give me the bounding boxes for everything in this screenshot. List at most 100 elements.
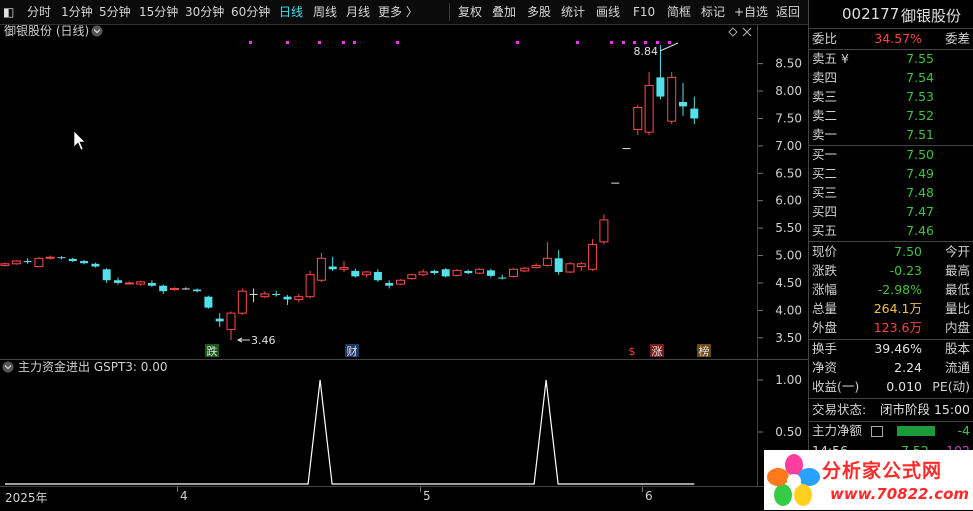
candle <box>396 279 405 286</box>
ask-row-5-value: 7.55 <box>906 51 934 66</box>
draw-line-button[interactable]: 画线 <box>596 4 620 20</box>
quote-row-4-label2: 内盘 <box>944 320 970 335</box>
candle <box>114 277 122 285</box>
chart-close-icon[interactable] <box>742 27 752 37</box>
candle <box>316 252 326 282</box>
capital-flow-chart[interactable]: 主力资金进出 GSPT3: 0.00 0.50 1.00 <box>0 360 808 487</box>
chart-title-dropdown-icon[interactable] <box>91 25 103 37</box>
candle <box>204 295 213 309</box>
price-tick-label: 6.50 <box>775 166 802 180</box>
ask-row-2-label: 卖二 <box>812 108 838 123</box>
list-icon[interactable] <box>871 426 883 437</box>
trade-status-value: 闭市阶段 15:00 <box>880 402 970 417</box>
price-tick-label: 3.50 <box>775 331 802 345</box>
quote-row-3-value: 264.1万 <box>873 301 922 316</box>
period-tab-timeshare[interactable]: 分时 <box>27 4 51 20</box>
badge-money[interactable]: $ <box>629 345 636 358</box>
watermark-title: 分析家公式网 <box>822 460 943 482</box>
candle <box>249 288 258 303</box>
stats-row-0-label2: 股本 <box>944 341 970 356</box>
period-more-dropdown[interactable]: 更多 〉 <box>378 4 418 20</box>
stock-terminal-window: ◧ 分时 1分钟 5分钟 15分钟 30分钟 60分钟 日线 周线 月线 更多 … <box>0 0 973 510</box>
ask-row-3: 卖三 7.53 <box>809 88 973 106</box>
period-tab-daily[interactable]: 日线 <box>279 4 303 20</box>
sub-title-dropdown-icon[interactable] <box>2 361 14 373</box>
toolbar-divider <box>449 3 450 21</box>
period-tab-1min[interactable]: 1分钟 <box>61 4 93 20</box>
multi-stock-button[interactable]: 多股 <box>527 4 551 20</box>
x-tick <box>177 487 178 492</box>
candle <box>0 262 10 267</box>
signal-dot <box>668 41 671 44</box>
bid-row-5: 买五 7.46 <box>809 222 973 240</box>
add-watchlist-button[interactable]: +自选 <box>734 4 768 20</box>
quote-row-0-value: 7.50 <box>894 244 922 259</box>
candle <box>102 268 111 283</box>
stock-name: 御银股份 <box>901 7 962 25</box>
candle <box>23 258 32 264</box>
badge-finance[interactable]: 财 <box>345 344 359 358</box>
bid-row-5-value: 7.46 <box>906 223 934 238</box>
candle <box>305 270 315 299</box>
candle <box>215 313 224 327</box>
badge-fall[interactable]: 跌 <box>205 344 219 358</box>
adjust-button[interactable]: 复权 <box>458 4 482 20</box>
signal-dot <box>576 41 579 44</box>
statistics-button[interactable]: 统计 <box>561 4 585 20</box>
ask-row-2: 卖二 7.52 <box>809 107 973 125</box>
bid-row-3-label: 买三 <box>812 185 838 200</box>
badge-money-text: $ <box>629 345 636 358</box>
chart-options-icon[interactable] <box>728 27 738 37</box>
period-tab-monthly[interactable]: 月线 <box>346 4 370 20</box>
bid-row-2-label: 买二 <box>812 166 838 181</box>
high-arrow-icon <box>659 42 679 52</box>
stats-row-0: 换手 39.46% 股本 <box>809 340 973 358</box>
candle <box>464 269 473 275</box>
period-tab-5min[interactable]: 5分钟 <box>99 4 131 20</box>
candle <box>339 261 349 273</box>
simple-frame-button[interactable]: 简框 <box>667 4 691 20</box>
main-flow-row[interactable]: 主力净额 -4 <box>809 422 973 440</box>
period-tab-weekly[interactable]: 周线 <box>313 4 337 20</box>
flow-tick-label: 0.50 <box>775 425 802 439</box>
period-tab-30min[interactable]: 30分钟 <box>185 4 224 20</box>
capital-flow-panel[interactable]: 主力资金进出 GSPT3: 0.00 0.50 1.00 <box>0 359 808 487</box>
divider <box>809 398 973 399</box>
back-button[interactable]: 返回 <box>776 4 800 20</box>
quote-row-4-value: 123.6万 <box>873 320 922 335</box>
period-tab-15min[interactable]: 15分钟 <box>139 4 178 20</box>
main-kline-panel[interactable]: 3.50 4.00 4.50 5.00 5.50 6.00 6.50 7.00 7.50 8.00… <box>0 25 808 359</box>
stock-code: 002177 <box>842 5 900 23</box>
overlay-button[interactable]: 叠加 <box>492 4 516 20</box>
candle <box>520 267 530 273</box>
watermark-url: www.70822.com <box>830 485 970 503</box>
candle <box>633 104 643 135</box>
mark-button[interactable]: 标记 <box>701 4 725 20</box>
f10-button[interactable]: F10 <box>633 4 655 20</box>
stock-header: 002177 御银股份 <box>809 0 973 29</box>
period-tab-60min[interactable]: 60分钟 <box>231 4 270 20</box>
date-axis: 2025年 4 5 6 <box>0 486 808 511</box>
candle <box>362 270 372 278</box>
candle <box>283 295 292 305</box>
badge-list[interactable]: 榜 <box>697 344 711 358</box>
candle <box>679 82 687 116</box>
candle <box>351 268 360 278</box>
weibi-row: 委比 34.57% 委差 <box>809 30 973 48</box>
ask-row-1-label: 卖一 <box>812 127 838 142</box>
flow-bar <box>897 426 935 436</box>
candle <box>68 257 77 263</box>
candle <box>91 262 100 268</box>
kline-chart[interactable]: 3.50 4.00 4.50 5.00 5.50 6.00 6.50 7.00 7.50 8.00… <box>0 25 808 359</box>
badge-rise[interactable]: 涨 <box>650 344 664 358</box>
quote-row-2-label: 涨幅 <box>812 282 838 297</box>
candle <box>554 250 563 275</box>
bid-row-4-value: 7.47 <box>906 204 934 219</box>
ask-row-5: 卖五 ¥ 7.55 <box>809 50 973 68</box>
menu-icon[interactable]: ◧ <box>3 4 14 20</box>
ask-row-4-label: 卖四 <box>812 70 838 85</box>
price-tick-label: 7.00 <box>775 139 802 153</box>
price-axis: 3.50 4.00 4.50 5.00 5.50 6.00 6.50 7.00 7.50 8.00… <box>758 57 802 345</box>
signal-dot <box>610 41 613 44</box>
signal-dot <box>318 41 321 44</box>
